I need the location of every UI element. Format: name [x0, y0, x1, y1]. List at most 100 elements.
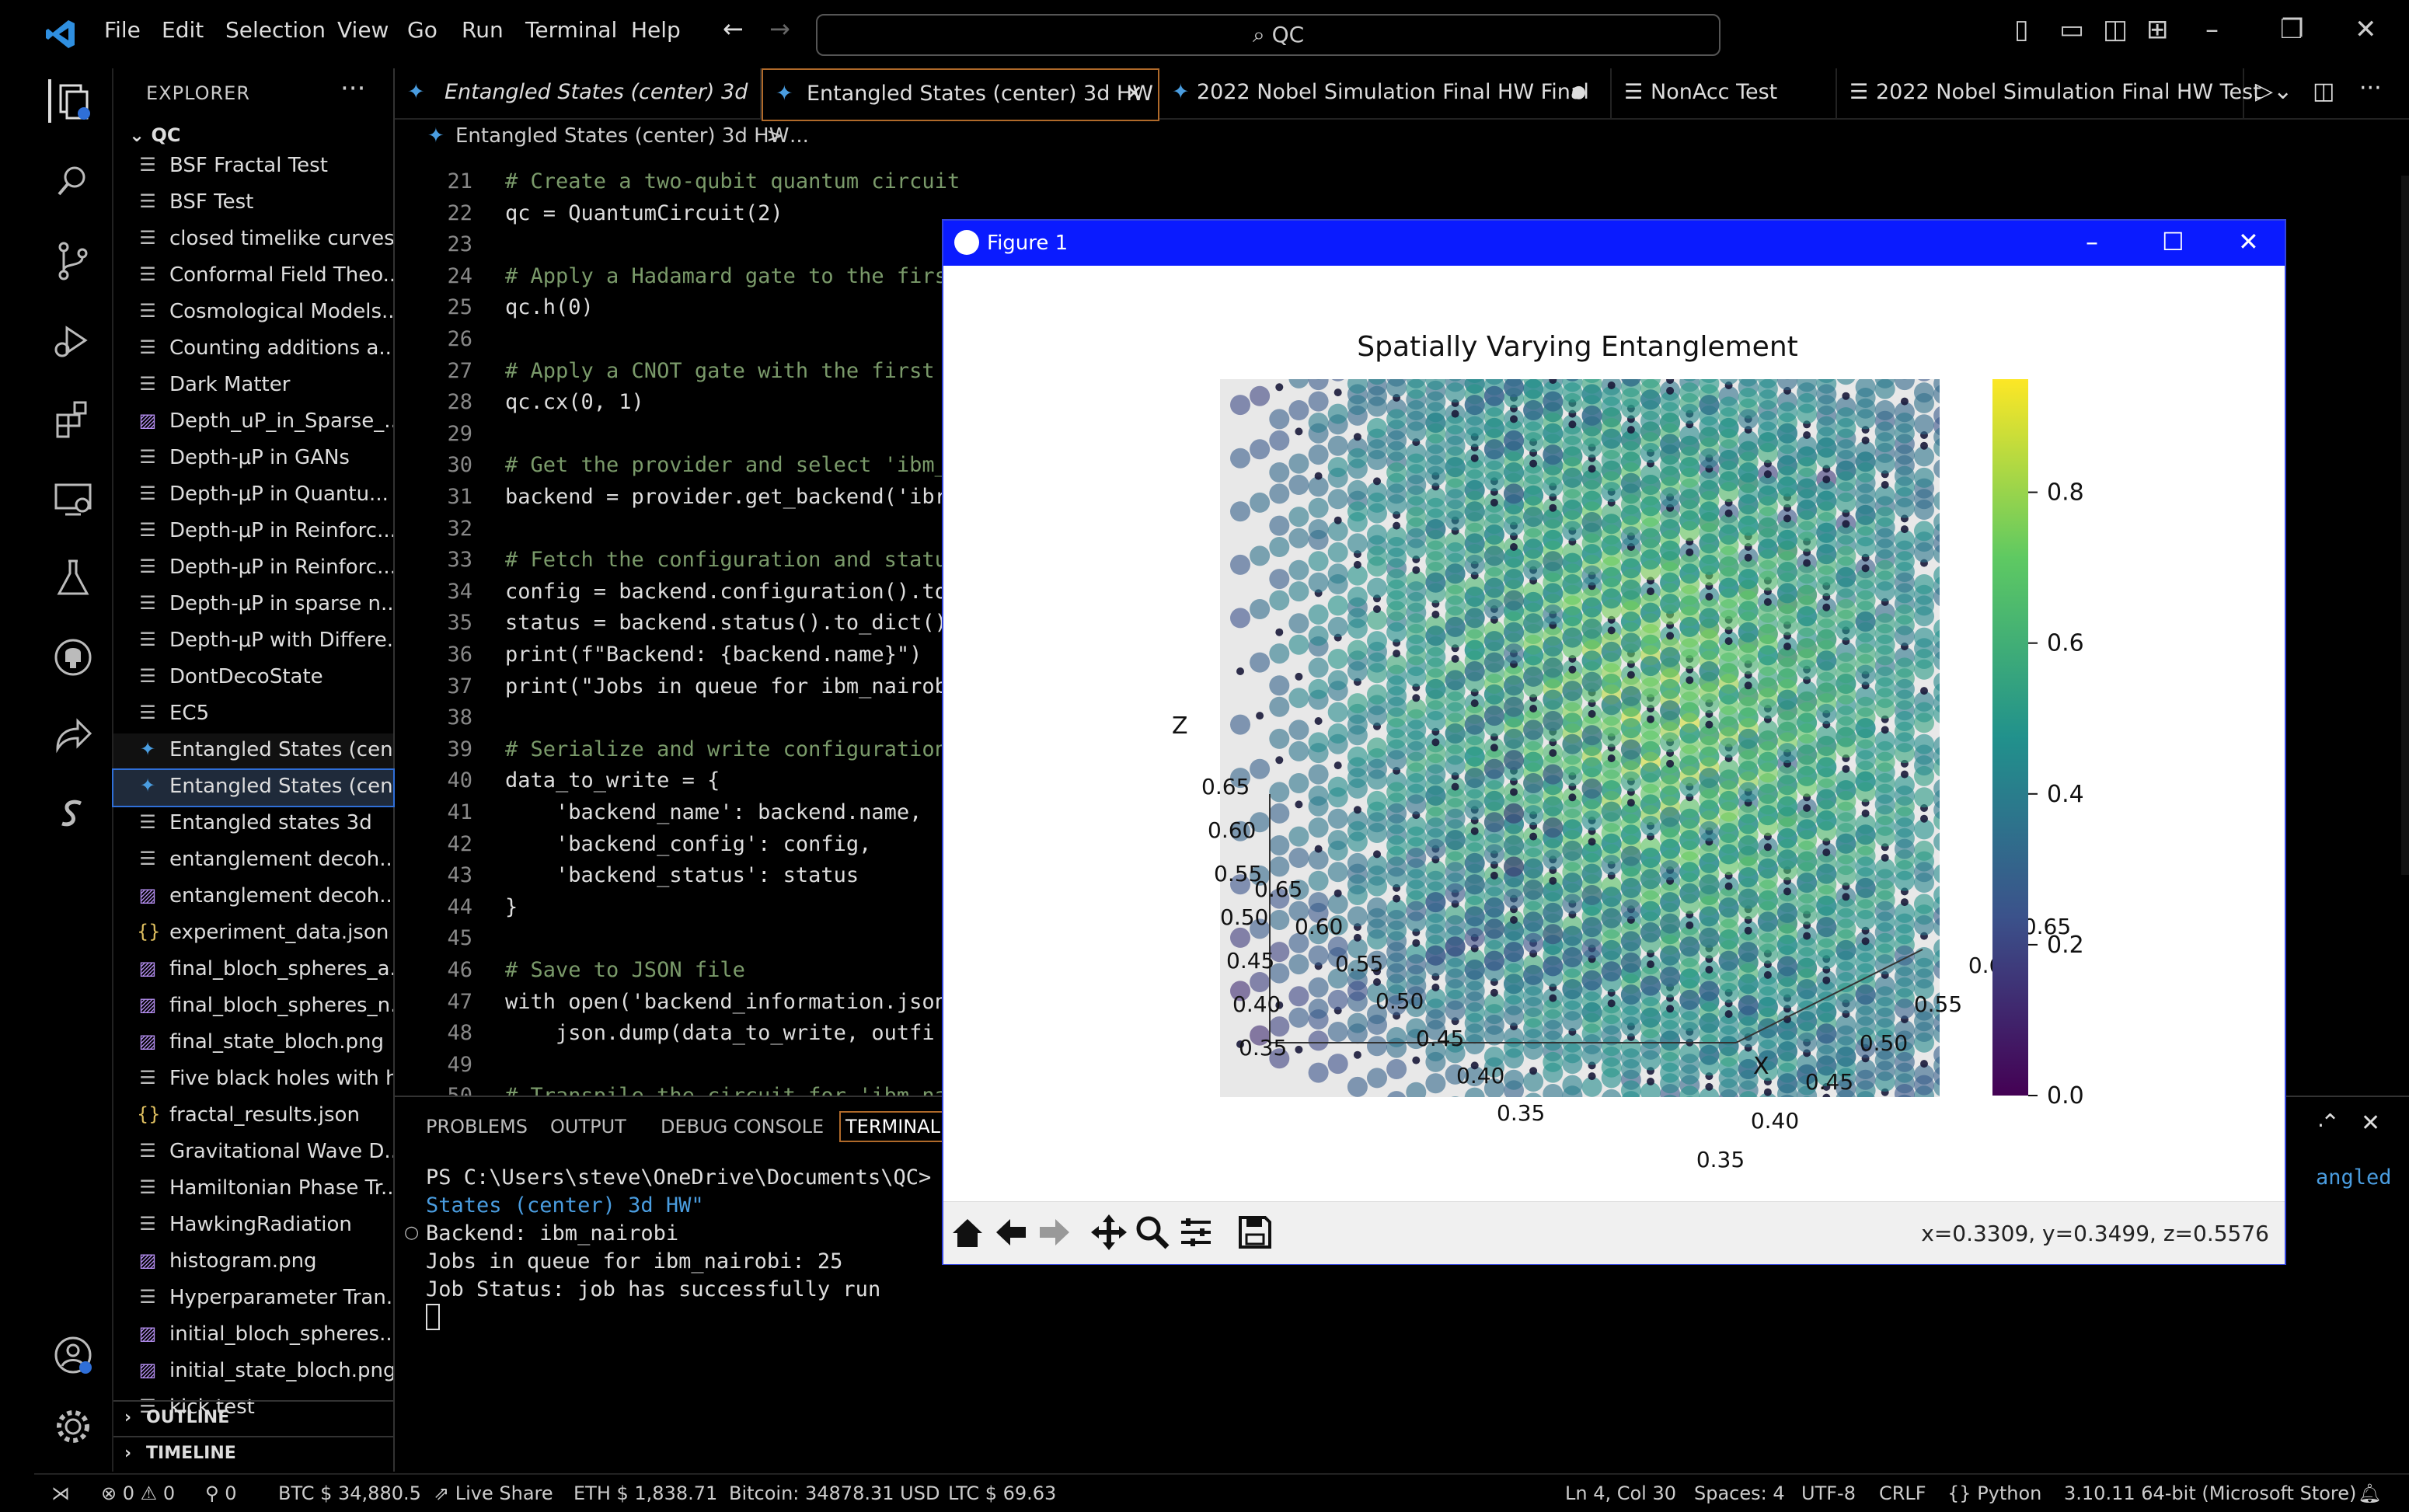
minimize-icon[interactable]: – [2205, 14, 2219, 45]
tab-nonacc-test[interactable]: ☰NonAcc Test [1612, 68, 1837, 118]
notifications-bell-icon[interactable]: 🔔︎ [2358, 1482, 2381, 1504]
file-item[interactable]: ▨histogram.png [113, 1245, 393, 1280]
file-item[interactable]: ▨final_state_bloch.png [113, 1026, 393, 1061]
live-share-status[interactable]: ⇗ Live Share [434, 1482, 553, 1504]
bitcoin-price[interactable]: Bitcoin: 34878.31 USD [729, 1482, 940, 1504]
python-interpreter[interactable]: 3.10.11 64-bit (Microsoft Store) [2064, 1482, 2356, 1504]
file-item[interactable]: ▨final_bloch_spheres_a... [113, 953, 393, 988]
file-item[interactable]: ▨initial_bloch_spheres... [113, 1318, 393, 1353]
scrypt-extension-icon[interactable] [51, 794, 95, 838]
figure-close-icon[interactable]: ✕ [2238, 227, 2259, 256]
file-item[interactable]: {}experiment_data.json [113, 916, 393, 952]
accounts-icon[interactable] [51, 1333, 95, 1377]
tab-nobel-simulation-final[interactable]: ✦2022 Nobel Simulation Final HW Final● [1159, 68, 1612, 118]
file-item[interactable]: ☰HawkingRadiation [113, 1208, 393, 1244]
editor-more-icon[interactable]: ··· [2359, 75, 2382, 102]
command-center[interactable]: ⌕ QC [816, 14, 1720, 56]
menu-run[interactable]: Run [462, 17, 504, 43]
menu-help[interactable]: Help [631, 17, 681, 43]
panel-tab-terminal[interactable]: TERMINAL [839, 1111, 947, 1142]
file-item[interactable]: ☰Dark Matter [113, 368, 393, 404]
file-item[interactable]: ☰DontDecoState [113, 660, 393, 696]
file-item[interactable]: ☰Hyperparameter Tran... [113, 1281, 393, 1317]
file-item[interactable]: ☰Depth-μP in sparse n... [113, 587, 393, 623]
split-editor-icon[interactable]: ◫ [2313, 78, 2334, 105]
menu-terminal[interactable]: Terminal [525, 17, 617, 43]
timeline-section[interactable]: ›TIMELINE [113, 1436, 393, 1472]
testing-flask-icon[interactable] [51, 556, 95, 600]
extensions-icon[interactable] [51, 398, 95, 441]
toggle-sidebar-icon[interactable]: ▯ [2014, 14, 2029, 45]
explorer-icon[interactable] [48, 79, 95, 123]
file-item[interactable]: ✦Entangled States (cen... [113, 770, 393, 806]
explorer-root-folder[interactable]: ⌄ QC [129, 124, 180, 146]
close-tab-icon[interactable]: ✕ [1125, 82, 1143, 106]
file-item[interactable]: ▨initial_state_bloch.png [113, 1354, 393, 1390]
menu-edit[interactable]: Edit [162, 17, 204, 43]
pan-icon[interactable] [1089, 1213, 1128, 1252]
toggle-secondary-sidebar-icon[interactable]: ◫ [2103, 14, 2128, 45]
ltc-price[interactable]: LTC $ 69.63 [948, 1482, 1056, 1504]
run-debug-icon[interactable] [51, 319, 95, 362]
menu-file[interactable]: File [104, 17, 141, 43]
tab-nobel-simulation-test[interactable]: ☰2022 Nobel Simulation Final HW Test [1837, 68, 2244, 118]
live-share-icon[interactable] [51, 715, 95, 758]
file-item[interactable]: ☰Hamiltonian Phase Tr... [113, 1172, 393, 1207]
menu-go[interactable]: Go [407, 17, 438, 43]
maximize-panel-icon[interactable]: ⌃ [2320, 1110, 2340, 1137]
cursor-position[interactable]: Ln 4, Col 30 [1565, 1482, 1676, 1504]
search-icon[interactable] [51, 160, 95, 204]
breadcrumb-symbol[interactable]: > ... [766, 124, 809, 148]
entanglement-3d-plot[interactable]: Spatially Varying Entanglement 0.650.600… [943, 266, 2285, 1201]
save-figure-icon[interactable] [1236, 1213, 1274, 1252]
file-item[interactable]: ☰BSF Test [113, 186, 393, 221]
file-item[interactable]: ☰Counting additions a... [113, 332, 393, 368]
file-item[interactable]: ▨entanglement decoh... [113, 880, 393, 915]
breadcrumb-file[interactable]: Entangled States (center) 3d HW [455, 124, 789, 148]
file-item[interactable]: ☰EC5 [113, 697, 393, 733]
zoom-icon[interactable] [1133, 1213, 1172, 1252]
source-control-icon[interactable] [51, 239, 95, 283]
figure-minimize-icon[interactable]: – [2086, 227, 2098, 256]
problems-status[interactable]: ⊗ 0 ⚠ 0 [101, 1482, 175, 1504]
settings-gear-icon[interactable] [51, 1405, 95, 1448]
home-icon[interactable] [948, 1213, 987, 1252]
indentation[interactable]: Spaces: 4 [1694, 1482, 1785, 1504]
language-mode[interactable]: {} Python [1947, 1482, 2041, 1504]
run-file-icon[interactable]: ▷⌄ [2255, 78, 2292, 105]
back-arrow-icon[interactable] [992, 1213, 1030, 1252]
back-arrow-icon[interactable]: ← [723, 14, 744, 44]
menu-selection[interactable]: Selection [225, 17, 326, 43]
forward-arrow-icon[interactable] [1035, 1213, 1074, 1252]
file-item[interactable]: ☰closed timelike curves... [113, 222, 393, 258]
file-item[interactable]: ☰Five black holes with hr [113, 1062, 393, 1098]
eth-price[interactable]: ETH $ 1,838.71 [573, 1482, 717, 1504]
encoding[interactable]: UTF-8 [1801, 1482, 1856, 1504]
file-item[interactable]: ☰Depth-μP in Reinforc... [113, 514, 393, 550]
tab-entangled-states-3d[interactable]: ✦Entangled States (center) 3d [395, 68, 762, 118]
remote-explorer-icon[interactable] [51, 477, 95, 521]
file-item[interactable]: ☰entanglement decoh... [113, 843, 393, 879]
outline-section[interactable]: ›OUTLINE [113, 1400, 393, 1436]
file-item[interactable]: ☰Conformal Field Theo... [113, 259, 393, 294]
file-item[interactable]: ☰Entangled states 3d [113, 807, 393, 842]
editor-scrollbar[interactable] [2401, 176, 2409, 875]
file-item[interactable]: ☰Depth-μP in GANs [113, 441, 393, 477]
file-item[interactable]: {}fractal_results.json [113, 1099, 393, 1134]
remote-indicator-icon[interactable]: ⋊ [51, 1482, 70, 1504]
github-icon[interactable] [51, 636, 95, 679]
file-item[interactable]: ☰BSF Fractal Test [113, 149, 393, 185]
configure-subplots-icon[interactable] [1177, 1213, 1215, 1252]
file-item[interactable]: ▨final_bloch_spheres_n... [113, 989, 393, 1025]
toggle-panel-icon[interactable]: ▭ [2059, 14, 2084, 45]
panel-tab-debug-console[interactable]: DEBUG CONSOLE [661, 1116, 824, 1137]
forward-arrow-icon[interactable]: → [769, 14, 790, 44]
file-item[interactable]: ☰Depth-μP with Differe... [113, 624, 393, 660]
more-actions-icon[interactable]: ··· [340, 73, 365, 104]
close-icon[interactable]: ✕ [2355, 14, 2377, 45]
figure-maximize-icon[interactable]: ☐ [2162, 227, 2184, 256]
line-endings[interactable]: CRLF [1879, 1482, 1926, 1504]
customize-layout-icon[interactable]: ⊞ [2146, 14, 2169, 45]
close-panel-icon[interactable]: ✕ [2361, 1110, 2380, 1137]
file-item[interactable]: ☰Cosmological Models... [113, 295, 393, 331]
